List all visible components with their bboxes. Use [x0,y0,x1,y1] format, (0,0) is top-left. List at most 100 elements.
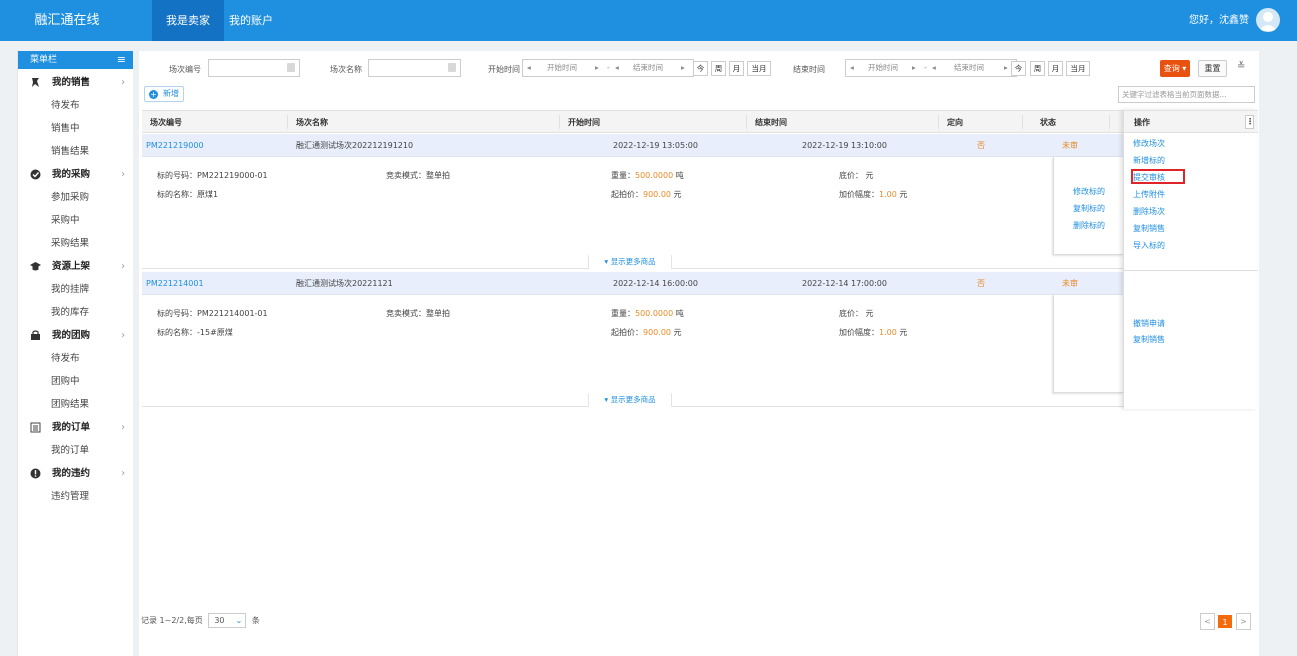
col-directed[interactable]: 定向 [947,111,963,134]
copy-sale-link[interactable]: 复制销售 [1133,334,1165,345]
sidebar-item-sale-result[interactable]: 销售结果 [18,140,133,163]
table-row[interactable]: PM221214001 融汇通测试场次20221121 2022-12-14 1… [142,272,1123,295]
keyword-filter-input[interactable]: 关键字过滤表格当前页面数据... [1118,86,1255,103]
column-settings-icon[interactable]: ⋮ [1245,115,1254,129]
column-divider [559,115,560,129]
menu-my-orders[interactable]: 我的订单 › [18,416,133,439]
edit-item-link[interactable]: 修改标的 [1054,186,1124,197]
session-name-input[interactable] [368,59,461,77]
next-page-button[interactable]: > [1236,613,1251,630]
expand-filters-icon[interactable]: ≚ [1237,61,1245,72]
item-ops-panel [1053,295,1123,393]
sidebar-item-group-buying[interactable]: 团购中 [18,370,133,393]
sidebar-item-group-pending[interactable]: 待发布 [18,347,133,370]
page-size-select[interactable]: 30 ⌄ [208,613,247,628]
show-more-button[interactable]: ▾ 显示更多商品 [588,393,672,407]
brand-logo[interactable]: 融汇通在线 [0,0,134,41]
copy-sale-link[interactable]: 复制销售 [1133,223,1165,234]
exclamation-icon [30,468,41,479]
filter-start-time-label: 开始时间 [488,65,520,74]
query-button[interactable]: 查询 ▾ [1160,60,1190,77]
query-label: 查询 [1163,64,1180,73]
sidebar-item-my-orders[interactable]: 我的订单 [18,439,133,462]
edit-session-link[interactable]: 修改场次 [1133,138,1165,149]
end-time-range-input[interactable]: ◂ 开始时间 ▸ - ◂ 结束时间 ▸ [845,59,1017,77]
increment-label: 加价幅度： [839,328,879,337]
menu-resource-listing[interactable]: 资源上架 › [18,255,133,278]
sidebar-item-purchasing[interactable]: 采购中 [18,209,133,232]
avatar[interactable] [1256,8,1280,32]
weight: 重量：500.0000 吨 [611,170,684,181]
quick-month-button[interactable]: 月 [729,61,744,76]
cancel-application-link[interactable]: 撤销申请 [1133,318,1165,329]
delete-item-link[interactable]: 删除标的 [1054,220,1124,231]
group-buy-icon [31,330,40,340]
col-end-time[interactable]: 结束时间 [755,111,787,134]
menu-label: 资源上架 [52,261,91,272]
operations-title: 操作 [1134,118,1150,127]
increment: 加价幅度：1.00 元 [839,189,907,200]
user-greeting[interactable]: 您好，沈鑫赞 [1189,0,1249,41]
start-time-range-input[interactable]: ◂ 开始时间 ▸ - ◂ 结束时间 ▸ [522,59,694,77]
hamburger-menu-icon[interactable]: ≡ [117,51,126,69]
nav-account[interactable]: 我的账户 [215,0,287,41]
check-circle-icon [30,169,41,180]
session-no-link[interactable]: PM221214001 [146,272,204,295]
input-clear-icon [448,63,456,72]
status-badge: 未审 [1062,141,1078,150]
menu-my-purchase[interactable]: 我的采购 › [18,163,133,186]
menu-my-sales[interactable]: 我的销售 › [18,71,133,94]
order-list-icon [30,422,41,433]
sidebar-item-on-sale[interactable]: 销售中 [18,117,133,140]
sidebar-item-join-purchase[interactable]: 参加采购 [18,186,133,209]
sidebar-item-default-management[interactable]: 违约管理 [18,485,133,508]
menu-label: 我的销售 [52,77,91,88]
chevron-left-icon: ◂ [932,63,936,72]
menu-group-buy[interactable]: 我的团购 › [18,324,133,347]
table-row[interactable]: PM221219000 融汇通测试场次202212191210 2022-12-… [142,134,1123,157]
reset-button[interactable]: 重置 [1198,60,1227,77]
delete-session-link[interactable]: 删除场次 [1133,206,1165,217]
quick-week-button[interactable]: 周 [711,61,726,76]
operations-panel: 操作 ⋮ 修改场次 新增标的 提交审核 上传附件 删除场次 复制销售 导入标的 … [1123,110,1258,409]
quick-week-button[interactable]: 周 [1030,61,1045,76]
sidebar-item-my-listings[interactable]: 我的挂牌 [18,278,133,301]
weight-value: 500.0000 [635,309,674,318]
sidebar-header: 菜单栏 ≡ [18,51,133,69]
import-items-link[interactable]: 导入标的 [1133,240,1165,251]
plus-circle-icon: + [149,90,158,99]
start-price-label: 起拍价： [611,328,643,337]
nav-seller[interactable]: 我是卖家 [152,0,224,41]
sidebar-item-pending-publish[interactable]: 待发布 [18,94,133,117]
page-number-current[interactable]: 1 [1218,615,1232,628]
status-badge: 未审 [1062,279,1078,288]
divider [1124,270,1258,271]
col-session-name[interactable]: 场次名称 [296,111,328,134]
copy-item-link[interactable]: 复制标的 [1054,203,1124,214]
item-no: 标的号码：PM221214001-01 [157,309,268,318]
quick-current-month-button[interactable]: 当月 [747,61,771,76]
quick-current-month-button[interactable]: 当月 [1066,61,1090,76]
weight-unit: 吨 [675,171,684,180]
upload-attachment-link[interactable]: 上传附件 [1133,189,1165,200]
menu-my-defaults[interactable]: 我的违约 › [18,462,133,485]
prev-page-button[interactable]: < [1200,613,1215,630]
col-session-no[interactable]: 场次编号 [150,111,182,134]
sidebar-item-purchase-result[interactable]: 采购结果 [18,232,133,255]
sidebar-item-my-inventory[interactable]: 我的库存 [18,301,133,324]
session-no-input[interactable] [208,59,300,77]
filter-session-name-label: 场次名称 [330,65,362,74]
col-status[interactable]: 状态 [1040,111,1056,134]
add-button[interactable]: + 新增 [144,86,184,102]
session-name: 融汇通测试场次202212191210 [296,141,414,150]
session-no-link[interactable]: PM221219000 [146,134,204,157]
item-no: 标的号码：PM221219000-01 [157,171,268,180]
quick-today-button[interactable]: 今 [693,61,708,76]
show-more-button[interactable]: ▾ 显示更多商品 [588,255,672,269]
quick-month-button[interactable]: 月 [1048,61,1063,76]
add-item-link[interactable]: 新增标的 [1133,155,1165,166]
sidebar-item-group-result[interactable]: 团购结果 [18,393,133,416]
end-time: 2022-12-19 13:10:00 [802,141,887,150]
quick-today-button[interactable]: 今 [1011,61,1026,76]
col-start-time[interactable]: 开始时间 [568,111,600,134]
